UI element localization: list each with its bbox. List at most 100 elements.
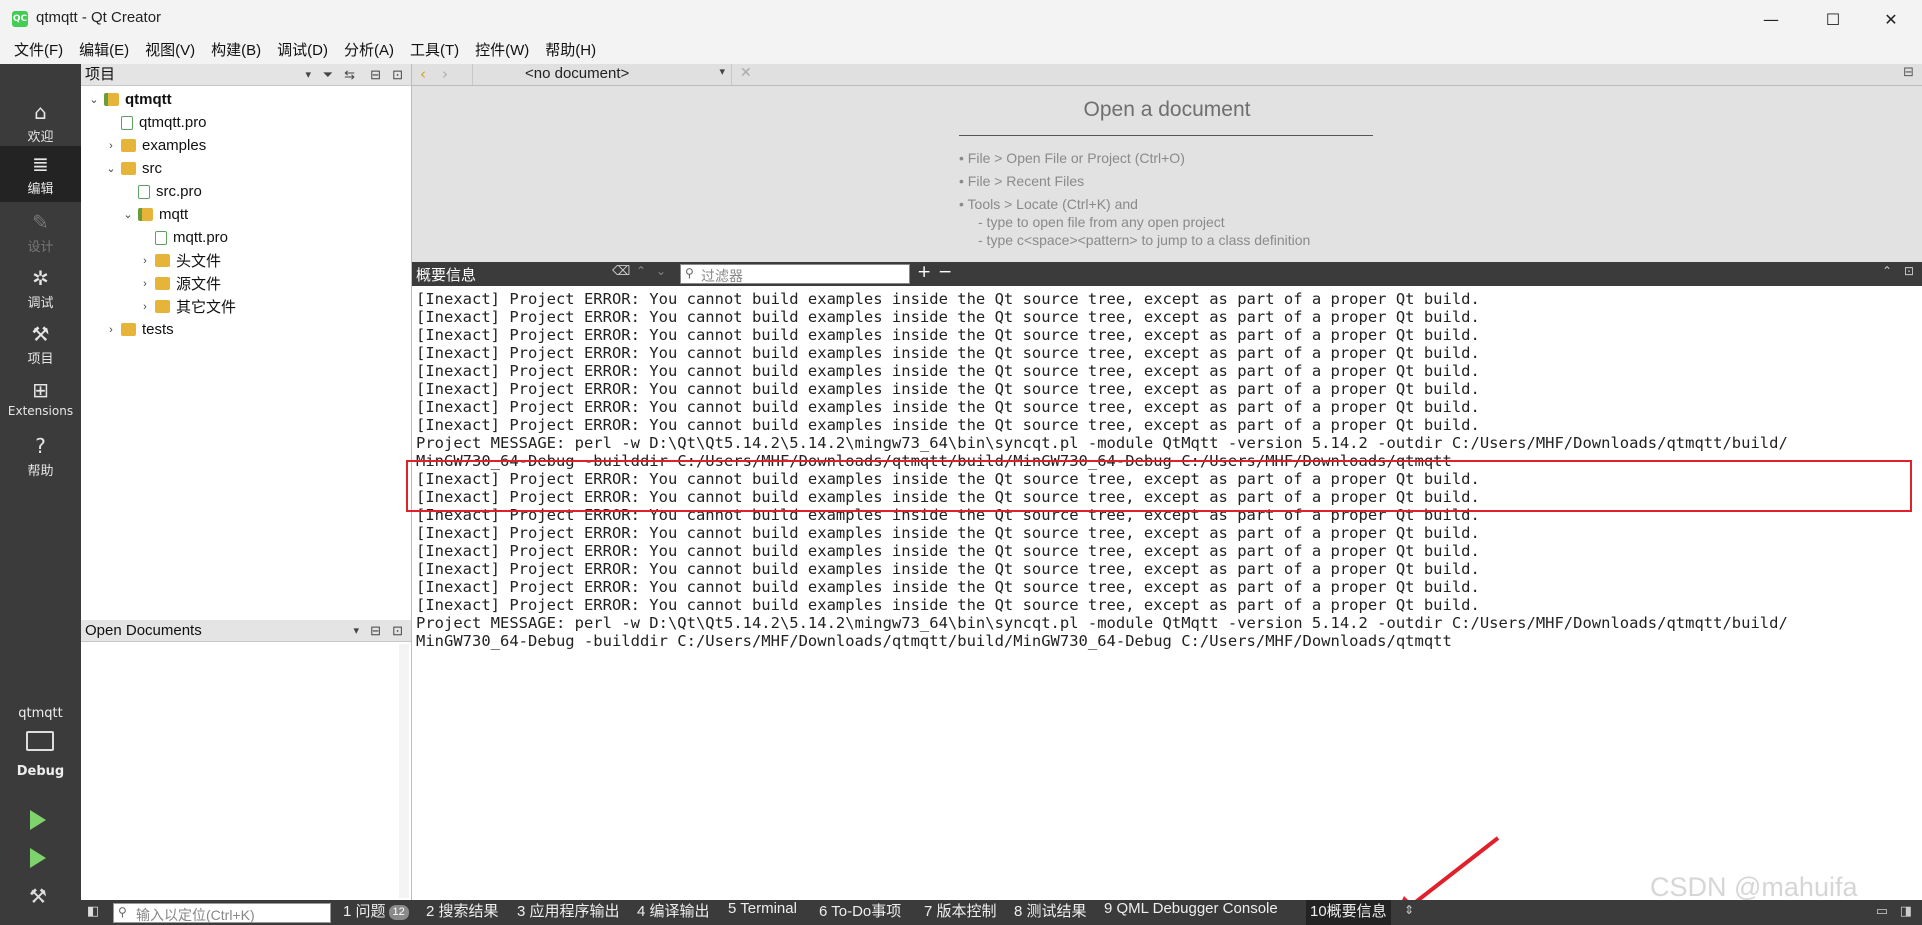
toggle-output-pane-icon[interactable]: ▭ — [1876, 904, 1888, 919]
pro-file-icon — [138, 184, 150, 199]
mode-help[interactable]: ? 帮助 — [0, 428, 81, 484]
qt-creator-logo-icon: QC — [12, 11, 28, 27]
mode-design[interactable]: ✎ 设计 — [0, 204, 81, 260]
open-documents-panel: Open Documents ▾ ⊟ ⊡ — [81, 620, 412, 900]
tree-item[interactable]: › 源文件 — [138, 272, 221, 295]
tree-item[interactable]: › examples — [104, 134, 206, 157]
tab-application-output[interactable]: 3 应用程序输出 — [517, 900, 620, 925]
filter-icon[interactable]: ⏷ — [323, 64, 333, 86]
tab-issues[interactable]: 1 问题 12 — [343, 900, 409, 925]
output-filter-input[interactable]: ⚲ 过滤器 — [680, 264, 910, 284]
close-panel-icon[interactable]: ⊡ — [392, 620, 403, 642]
menu-file[interactable]: 文件(F) — [6, 38, 71, 64]
maximize-button[interactable]: ☐ — [1810, 4, 1856, 34]
split-editor-icon[interactable]: ⊟ — [1903, 65, 1914, 80]
highlight-box — [406, 460, 1912, 512]
mode-welcome[interactable]: ⌂ 欢迎 — [0, 94, 81, 150]
tree-item-label: mqtt.pro — [173, 229, 229, 246]
run-icon[interactable] — [30, 810, 46, 830]
tab-label: 1 问题 — [343, 903, 386, 920]
tab-general-messages[interactable]: 10概要信息 — [1306, 900, 1391, 925]
split-icon[interactable]: ⊟ — [370, 64, 381, 86]
tab-terminal[interactable]: 5 Terminal — [728, 900, 797, 925]
locator-input[interactable]: ⚲ 输入以定位(Ctrl+K) — [113, 903, 331, 923]
clear-output-icon[interactable]: ⌫ — [612, 264, 630, 279]
split-icon[interactable]: ⊟ — [370, 620, 381, 642]
tab-compile-output[interactable]: 4 编译输出 — [637, 900, 710, 925]
pro-file-icon — [121, 115, 133, 130]
link-icon[interactable]: ⇆ — [344, 64, 355, 86]
locator-placeholder: 输入以定位(Ctrl+K) — [136, 907, 255, 923]
tree-item[interactable]: ⌄ mqtt — [121, 203, 188, 226]
toggle-right-sidebar-icon[interactable]: ◨ — [1900, 904, 1912, 919]
build-hammer-icon[interactable]: ⚒ — [29, 884, 47, 908]
search-icon: ⚲ — [685, 266, 694, 280]
menu-view[interactable]: 视图(V) — [137, 38, 203, 64]
close-button[interactable]: ✕ — [1868, 4, 1914, 34]
up-down-chevron-icon[interactable]: ⇕ — [1404, 903, 1414, 917]
output-pane-title: 概要信息 — [416, 267, 477, 284]
collapse-arrow-icon[interactable]: ⌄ — [104, 162, 118, 175]
qt-project-folder-icon — [138, 208, 153, 221]
zoom-in-icon[interactable]: + — [917, 262, 931, 282]
zoom-out-icon[interactable]: − — [938, 262, 952, 282]
mode-debug[interactable]: ✲ 调试 — [0, 260, 81, 316]
menu-widgets[interactable]: 控件(W) — [467, 38, 537, 64]
tree-item-label: src — [142, 160, 162, 177]
home-icon: ⌂ — [34, 100, 47, 124]
tab-version-control[interactable]: 7 版本控制 — [924, 900, 997, 925]
toggle-sidebar-icon[interactable]: ◧ — [87, 904, 99, 919]
tab-test-results[interactable]: 8 测试结果 — [1014, 900, 1087, 925]
mode-projects[interactable]: ⚒ 项目 — [0, 316, 81, 372]
close-pane-icon[interactable]: ⊡ — [1904, 264, 1914, 278]
document-combo[interactable]: <no document> ▾ — [472, 64, 732, 85]
tree-item[interactable]: mqtt.pro — [138, 226, 228, 249]
scroll-down-icon[interactable]: ⌄ — [656, 264, 666, 278]
tab-qml-debugger-console[interactable]: 9 QML Debugger Console — [1104, 900, 1278, 925]
general-messages-output[interactable]: [Inexact] Project ERROR: You cannot buil… — [406, 286, 1922, 900]
expand-arrow-icon[interactable]: › — [104, 324, 118, 336]
projects-panel-header: 项目 ▾ ⏷ ⇆ ⊟ ⊡ — [81, 64, 411, 86]
tree-item[interactable]: ⌄ qtmqtt — [87, 88, 171, 111]
menu-tools[interactable]: 工具(T) — [402, 38, 467, 64]
collapse-arrow-icon[interactable]: ⌄ — [121, 208, 135, 221]
scroll-up-icon[interactable]: ⌃ — [636, 264, 646, 278]
menu-analyze[interactable]: 分析(A) — [336, 38, 402, 64]
mode-label: 欢迎 — [27, 130, 54, 145]
hint-recent-files: • File > Recent Files — [959, 173, 1085, 189]
back-arrow-icon[interactable]: ‹ — [420, 65, 426, 83]
tab-search-results[interactable]: 2 搜索结果 — [426, 900, 499, 925]
expand-arrow-icon[interactable]: › — [104, 140, 118, 152]
tree-item[interactable]: ⌄ src — [104, 157, 162, 180]
menu-help[interactable]: 帮助(H) — [537, 38, 604, 64]
close-panel-icon[interactable]: ⊡ — [392, 64, 403, 86]
monitor-icon[interactable] — [26, 731, 54, 751]
tab-todo[interactable]: 6 To-Do事项 — [819, 900, 901, 925]
no-document-area: Open a document • File > Open File or Pr… — [412, 86, 1922, 262]
mode-label: Extensions — [7, 404, 74, 418]
minimize-button[interactable]: — — [1748, 4, 1794, 34]
tree-item[interactable]: › 头文件 — [138, 249, 221, 272]
tree-item[interactable]: src.pro — [121, 180, 202, 203]
output-message-line: MinGW730_64-Debug -builddir C:/Users/MHF… — [416, 632, 1452, 650]
tree-item[interactable]: › 其它文件 — [138, 295, 236, 318]
menu-build[interactable]: 构建(B) — [203, 38, 269, 64]
forward-arrow-icon[interactable]: › — [442, 65, 448, 83]
menu-edit[interactable]: 编辑(E) — [71, 38, 137, 64]
view-selector-chevron-icon[interactable]: ▾ — [305, 64, 311, 86]
mode-extensions[interactable]: ⊞ Extensions — [0, 372, 81, 428]
expand-arrow-icon[interactable]: › — [138, 301, 152, 313]
debug-run-icon[interactable] — [30, 848, 46, 868]
expand-arrow-icon[interactable]: › — [138, 278, 152, 290]
menu-debug[interactable]: 调试(D) — [269, 38, 336, 64]
mode-edit[interactable]: ≣ 编辑 — [0, 146, 81, 202]
tree-item[interactable]: qtmqtt.pro — [104, 111, 207, 134]
open-documents-scrollbar[interactable] — [399, 644, 409, 898]
expand-arrow-icon[interactable]: › — [138, 255, 152, 267]
tree-item[interactable]: › tests — [104, 318, 174, 341]
view-selector-chevron-icon[interactable]: ▾ — [353, 620, 359, 642]
close-document-icon[interactable]: ✕ — [740, 65, 752, 81]
maximize-pane-icon[interactable]: ⌃ — [1882, 264, 1892, 278]
hint-open-file: • File > Open File or Project (Ctrl+O) — [959, 150, 1185, 166]
collapse-arrow-icon[interactable]: ⌄ — [87, 93, 101, 106]
